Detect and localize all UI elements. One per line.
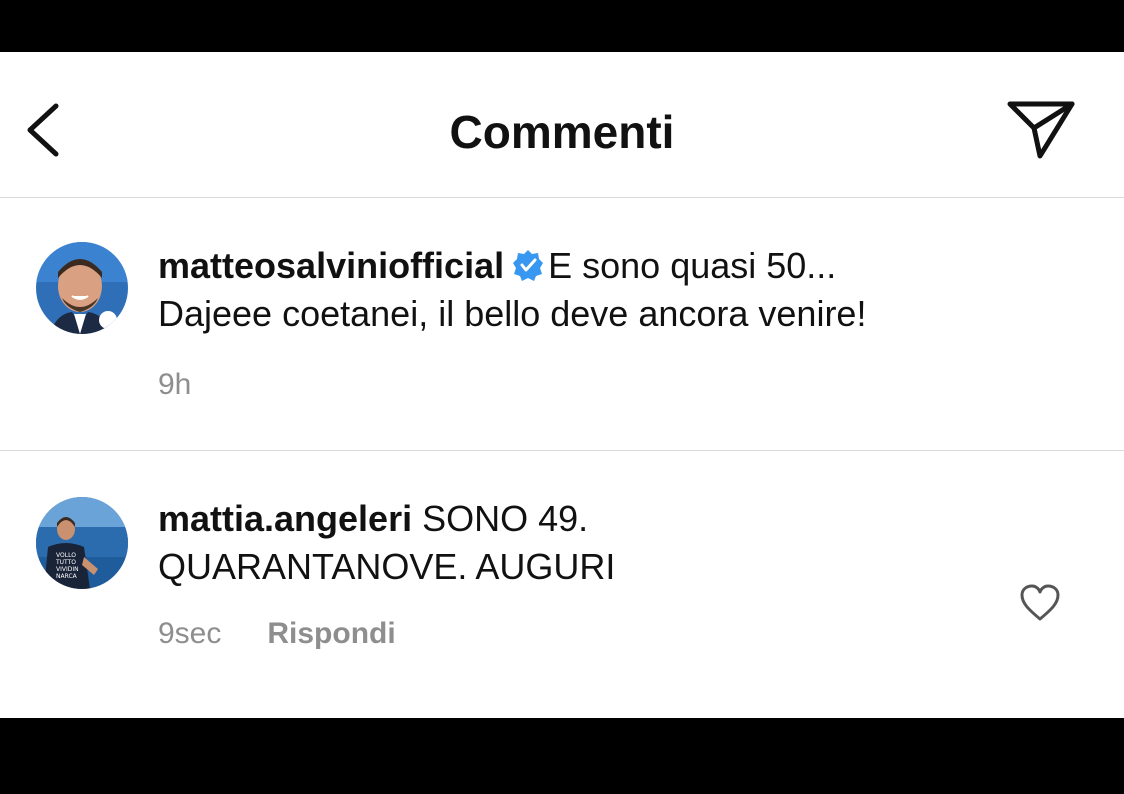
comment-item: VOLLO TUTTO VIVIDIN NARCA mattia.angeler… [0, 451, 1124, 718]
caption-text-line1: E sono quasi 50... [548, 245, 837, 286]
profile-photo [36, 242, 128, 334]
svg-text:VIVIDIN: VIVIDIN [56, 566, 79, 573]
caption-text-line2: Dajeee coetanei, il bello deve ancora ve… [158, 293, 867, 334]
avatar[interactable]: VOLLO TUTTO VIVIDIN NARCA [36, 497, 128, 589]
caption-username[interactable]: matteosalviniofficial [158, 245, 504, 286]
svg-text:VOLLO: VOLLO [56, 552, 76, 559]
svg-text:NARCA: NARCA [56, 573, 78, 580]
caption-timestamp: 9h [158, 368, 192, 401]
like-button[interactable] [1018, 583, 1062, 623]
caption-text: matteosalviniofficial E sono quasi 50...… [158, 242, 1018, 338]
svg-text:TUTTO: TUTTO [55, 559, 76, 566]
bottom-black-bar [0, 718, 1124, 794]
comments-screen: Commenti matteosalviniofficial E sono qu… [0, 52, 1124, 718]
profile-photo: VOLLO TUTTO VIVIDIN NARCA [36, 497, 128, 589]
comment-text-line1: SONO 49. [422, 498, 589, 539]
reply-button[interactable]: Rispondi [267, 617, 395, 650]
top-black-bar [0, 0, 1124, 52]
heart-outline-icon [1020, 584, 1060, 621]
header: Commenti [0, 52, 1124, 198]
comment-username[interactable]: mattia.angeleri [158, 498, 412, 539]
comment-meta: 9sec Rispondi [158, 617, 396, 651]
share-button[interactable] [1004, 98, 1078, 162]
comment-text-line2: QUARANTANOVE. AUGURI [158, 546, 616, 587]
post-caption: matteosalviniofficial E sono quasi 50...… [0, 198, 1124, 451]
page-title: Commenti [449, 106, 675, 158]
comment-text: mattia.angeleri SONO 49. QUARANTANOVE. A… [158, 495, 1018, 591]
avatar[interactable] [36, 242, 128, 334]
verified-badge-icon [513, 250, 544, 281]
paper-plane-icon [1007, 101, 1075, 159]
comment-timestamp: 9sec [158, 617, 222, 650]
